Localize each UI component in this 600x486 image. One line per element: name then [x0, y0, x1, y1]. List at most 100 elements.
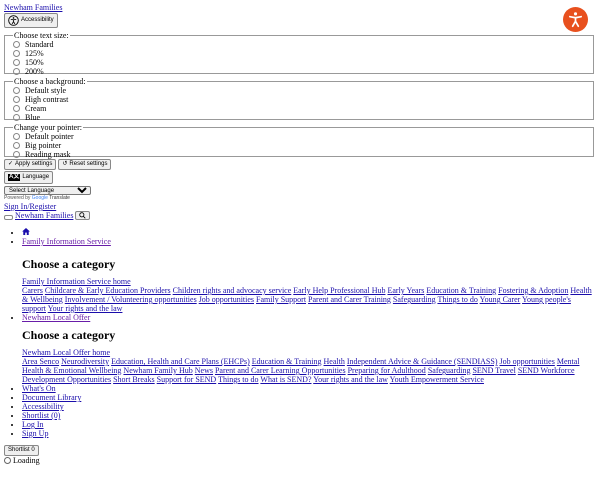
nlo-home-link[interactable]: Newham Local Offer home — [22, 348, 110, 357]
pointer-fieldset: Change your pointer: Default pointer Big… — [4, 123, 594, 159]
language-icon: A文 — [8, 174, 21, 181]
loading-spinner-icon — [4, 457, 11, 464]
category-link[interactable]: Parent and Carer Learning Opportunities — [215, 366, 346, 375]
fis-category-heading: Choose a category — [22, 257, 116, 271]
translate-link[interactable]: Translate — [49, 195, 70, 201]
category-link[interactable]: Carers — [22, 286, 43, 295]
nav-whats-on[interactable]: What's On — [22, 384, 56, 393]
accessibility-label: Accessibility — [21, 17, 54, 23]
radio-150[interactable]: 150% — [13, 58, 593, 67]
powered-by-text: Powered by — [4, 195, 31, 201]
category-link[interactable]: Your rights and the law — [313, 375, 388, 384]
powered-by: Powered by Google Translate — [4, 195, 596, 202]
loading-text: Loading — [13, 456, 40, 465]
nav-document-library[interactable]: Document Library — [22, 393, 81, 402]
category-link[interactable]: News — [195, 366, 213, 375]
nlo-category-links: Area Senco Neurodiversity Education, Hea… — [22, 357, 596, 384]
reset-icon: ↺ — [62, 161, 68, 167]
nav-accessibility[interactable]: Accessibility — [22, 402, 64, 411]
category-link[interactable]: Preparing for Adulthood — [348, 366, 426, 375]
radio-label: Cream — [25, 104, 47, 113]
category-link[interactable]: Things to do — [218, 375, 258, 384]
category-link[interactable]: Involvement / Volunteering opportunities — [65, 295, 197, 304]
nav-shortlist[interactable]: Shortlist (0) — [22, 411, 60, 420]
category-link[interactable]: Education & Training — [252, 357, 322, 366]
nav-nlo[interactable]: Newham Local Offer — [22, 313, 90, 322]
accessibility-icon — [8, 15, 19, 26]
search-button[interactable] — [75, 211, 91, 220]
category-link[interactable]: Safeguarding — [428, 366, 471, 375]
language-button[interactable]: A文 Language — [4, 171, 54, 184]
nav-home[interactable] — [22, 228, 596, 237]
category-link[interactable]: Neurodiversity — [61, 357, 109, 366]
category-link[interactable]: Support for SEND — [157, 375, 217, 384]
check-icon: ✓ — [8, 161, 14, 167]
radio-blue[interactable]: Blue — [13, 113, 593, 122]
radio-label: Blue — [25, 113, 41, 122]
category-link[interactable]: Family Support — [256, 295, 306, 304]
category-link[interactable]: Safeguarding — [393, 295, 436, 304]
fis-category-links: Carers Childcare & Early Education Provi… — [22, 286, 596, 313]
shortlist-button[interactable]: Shortlist 0 — [4, 445, 39, 456]
accessibility-button[interactable]: Accessibility — [4, 13, 58, 28]
category-link[interactable]: Job opportunities — [499, 357, 554, 366]
category-link[interactable]: Early Years — [387, 286, 424, 295]
nav-site-link[interactable]: Newham Families — [15, 211, 73, 220]
category-link[interactable]: Education, Health and Care Plans (EHCPs) — [111, 357, 250, 366]
category-link[interactable]: Fostering & Adoption — [498, 286, 568, 295]
text-size-fieldset: Choose text size: Standard 125% 150% 200… — [4, 31, 594, 76]
category-link[interactable]: Children rights and advocacy service — [173, 286, 292, 295]
radio-cream[interactable]: Cream — [13, 104, 593, 113]
apply-settings-button[interactable]: ✓ Apply settings — [4, 159, 57, 170]
pointer-legend: Change your pointer: — [14, 123, 82, 132]
radio-200[interactable]: 200% — [13, 67, 593, 76]
reset-settings-button[interactable]: ↺ Reset settings — [58, 159, 112, 170]
fis-home-link[interactable]: Family Information Service home — [22, 277, 131, 286]
radio-standard[interactable]: Standard — [13, 40, 593, 49]
radio-label: Default pointer — [25, 132, 74, 141]
sign-in-link[interactable]: Sign In/Register — [4, 202, 56, 211]
category-link[interactable]: SEND Travel — [472, 366, 515, 375]
radio-high-contrast[interactable]: High contrast — [13, 95, 593, 104]
language-label: Language — [22, 174, 50, 180]
radio-label: High contrast — [25, 95, 69, 104]
nav-fis[interactable]: Family Information Service — [22, 237, 111, 246]
category-link[interactable]: Independent Advice & Guidance (SENDIASS) — [347, 357, 498, 366]
menu-toggle[interactable] — [4, 215, 13, 220]
category-link[interactable]: Your rights and the law — [48, 304, 123, 313]
radio-125[interactable]: 125% — [13, 49, 593, 58]
category-link[interactable]: Job opportunities — [199, 295, 254, 304]
site-link[interactable]: Newham Families — [4, 3, 62, 12]
radio-default-style[interactable]: Default style — [13, 86, 593, 95]
radio-label: Default style — [25, 86, 67, 95]
category-link[interactable]: Youth Empowerment Service — [390, 375, 484, 384]
category-link[interactable]: What is SEND? — [260, 375, 311, 384]
search-icon — [79, 212, 87, 219]
radio-label: Big pointer — [25, 141, 62, 150]
category-link[interactable]: Short Breaks — [113, 375, 155, 384]
google-logo: Google — [31, 195, 48, 201]
accessibility-widget-button[interactable] — [563, 7, 588, 32]
reset-label: Reset settings — [69, 161, 108, 167]
home-icon — [22, 228, 30, 235]
text-size-legend: Choose text size: — [14, 31, 69, 40]
main-nav: Family Information Service Choose a cate… — [4, 228, 596, 438]
nav-sign-up[interactable]: Sign Up — [22, 429, 48, 438]
category-link[interactable]: Education & Training — [426, 286, 496, 295]
language-select[interactable]: Select Language — [4, 186, 91, 195]
radio-default-pointer[interactable]: Default pointer — [13, 132, 593, 141]
category-link[interactable]: Early Help Professional Hub — [293, 286, 385, 295]
category-link[interactable]: Childcare & Early Education Providers — [45, 286, 171, 295]
radio-label: 150% — [25, 58, 44, 67]
category-link[interactable]: Parent and Carer Training — [308, 295, 391, 304]
category-link[interactable]: Things to do — [437, 295, 477, 304]
nav-log-in[interactable]: Log In — [22, 420, 44, 429]
category-link[interactable]: Area Senco — [22, 357, 59, 366]
radio-big-pointer[interactable]: Big pointer — [13, 141, 593, 150]
category-link[interactable]: Newham Family Hub — [123, 366, 192, 375]
background-fieldset: Choose a background: Default style High … — [4, 77, 594, 122]
category-link[interactable]: Young Carer — [480, 295, 521, 304]
background-legend: Choose a background: — [14, 77, 86, 86]
radio-label: 200% — [25, 67, 44, 76]
category-link[interactable]: Health — [324, 357, 345, 366]
